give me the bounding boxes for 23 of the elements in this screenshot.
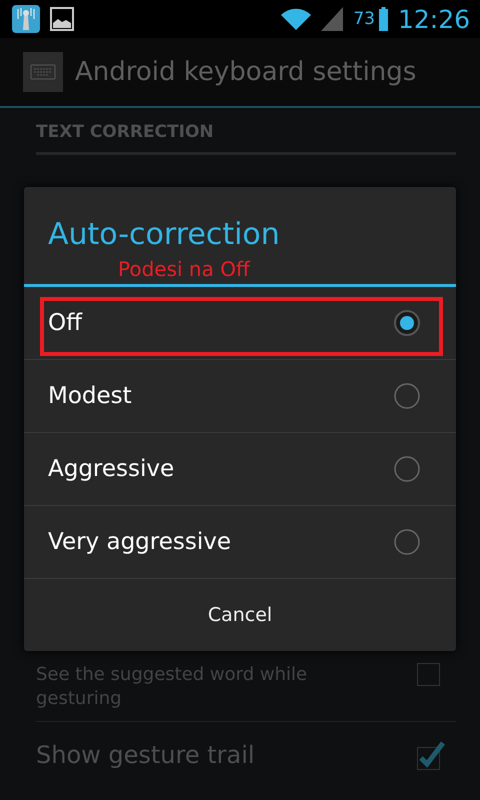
dialog-title: Auto-correction xyxy=(48,217,280,252)
radio-button[interactable] xyxy=(394,529,420,555)
battery-level: 73 xyxy=(353,9,375,29)
option-row[interactable]: Modest xyxy=(24,360,456,433)
battery-icon xyxy=(378,7,388,31)
radio-button[interactable] xyxy=(394,456,420,482)
radio-button[interactable] xyxy=(394,383,420,409)
section-header: TEXT CORRECTION xyxy=(36,108,456,155)
screen-title: Android keyboard settings xyxy=(75,57,416,87)
clock: 12:26 xyxy=(398,4,470,34)
picture-icon xyxy=(50,7,74,31)
option-row[interactable]: Very aggressive xyxy=(24,506,456,579)
option-row[interactable]: Off xyxy=(24,287,456,360)
signal-icon xyxy=(321,7,344,31)
wifi-icon xyxy=(281,7,312,31)
app-icon xyxy=(12,5,40,33)
annotation-text: Podesi na Off xyxy=(118,257,250,281)
option-row[interactable]: Aggressive xyxy=(24,433,456,506)
radio-button[interactable] xyxy=(394,310,420,336)
preference-title: Show gesture trail xyxy=(36,740,256,771)
checkbox[interactable] xyxy=(416,739,446,771)
keyboard-icon[interactable] xyxy=(23,52,63,92)
cancel-button[interactable]: Cancel xyxy=(24,579,456,651)
